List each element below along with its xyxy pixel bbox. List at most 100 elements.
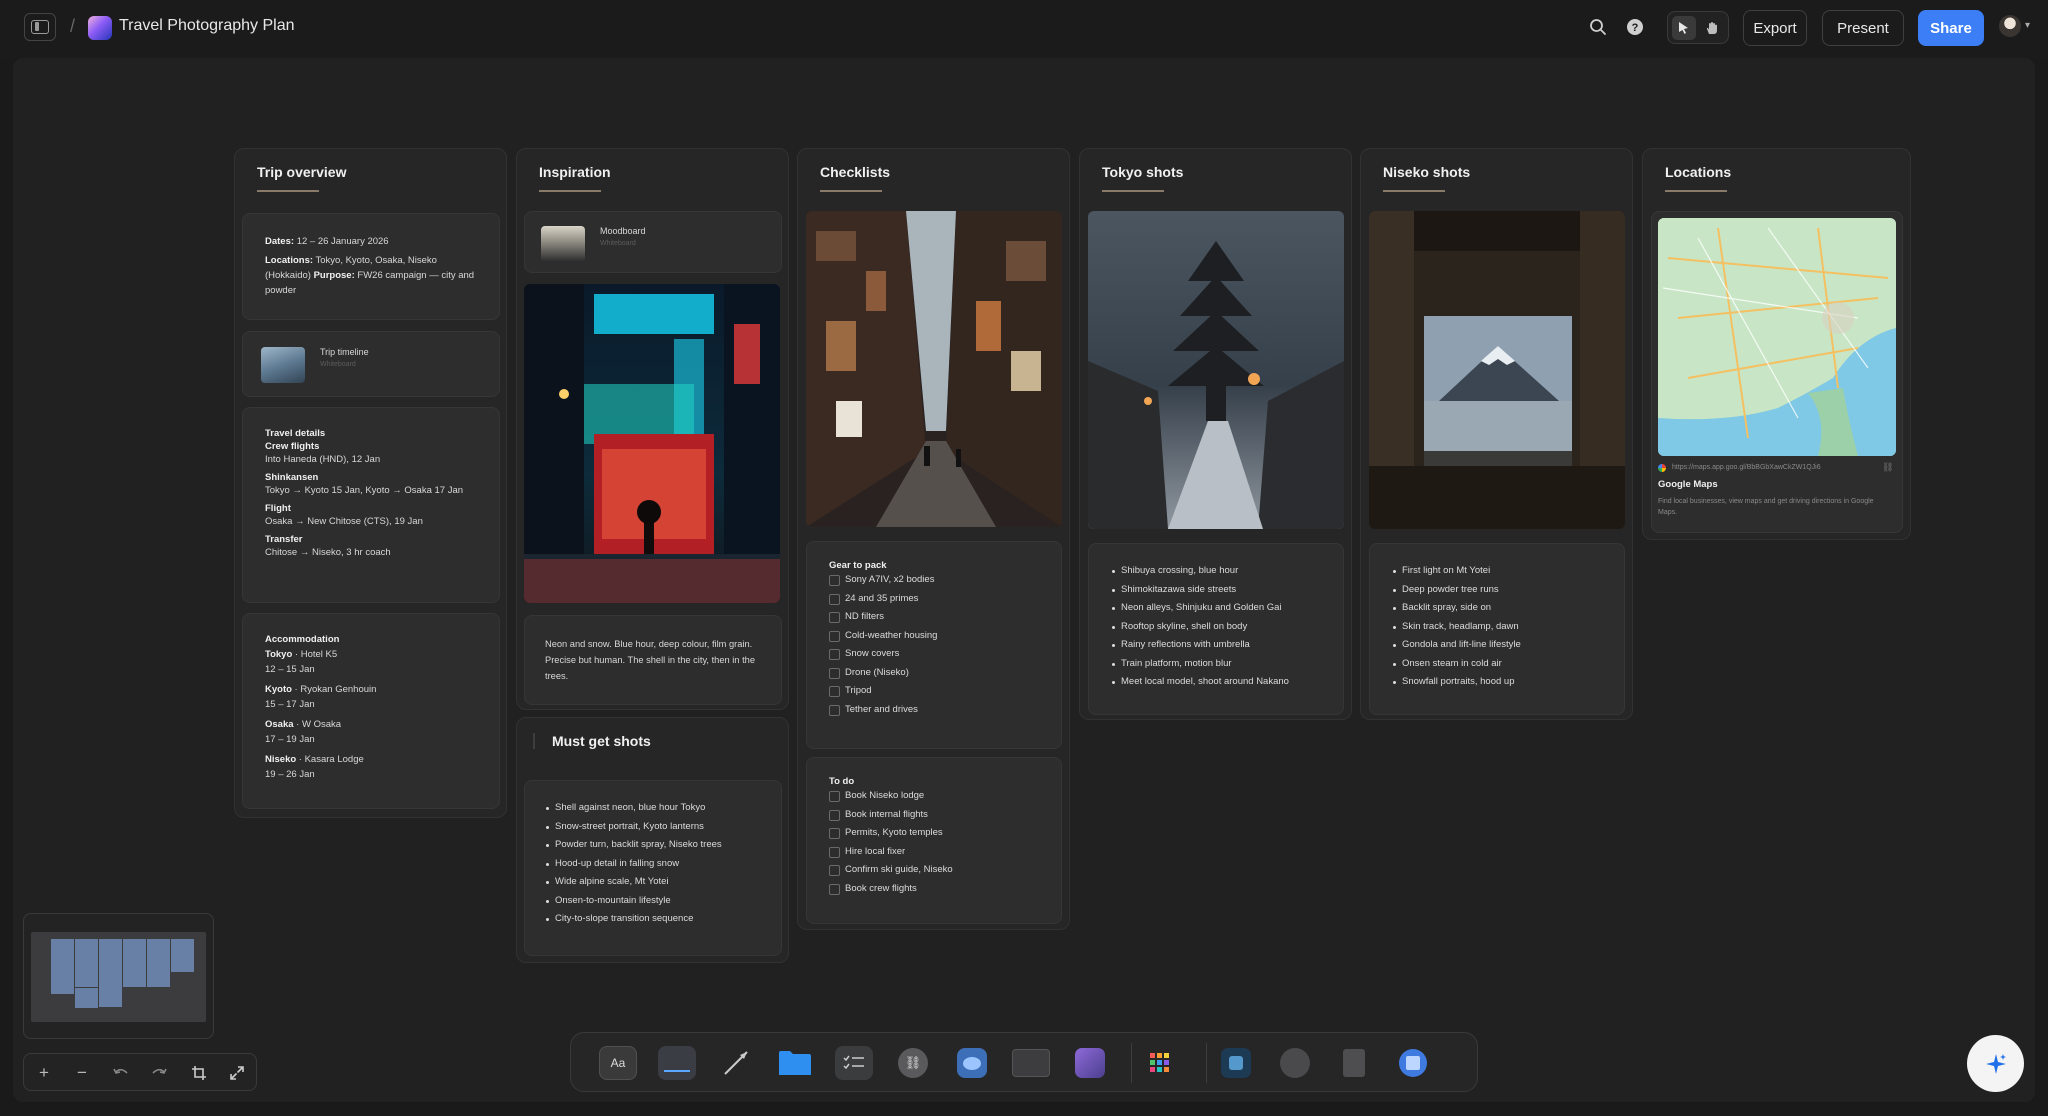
hand-icon[interactable]: [1700, 16, 1724, 40]
pagoda-snow-photo[interactable]: [1088, 211, 1344, 529]
accommodation-city: Kyoto: [265, 684, 292, 695]
column-inspiration[interactable]: Inspiration Moodboard Whiteboard Neon an…: [516, 148, 789, 710]
zoom-in-icon[interactable]: +: [33, 1062, 55, 1084]
checklist-item[interactable]: Permits, Kyoto temples: [829, 824, 1039, 843]
gear-checklist-card[interactable]: Gear to pack Sony A7IV, x2 bodies 24 and…: [806, 541, 1062, 749]
redo-icon[interactable]: [148, 1062, 170, 1084]
folder-tool-icon[interactable]: [776, 1046, 814, 1080]
overview-card[interactable]: Dates: 12 – 26 January 2026 Locations: T…: [242, 213, 500, 320]
list-item: Snow-street portrait, Kyoto lanterns: [545, 818, 761, 837]
column-tokyo-shots[interactable]: Tokyo shots Shibuya crossing, blue hour …: [1079, 148, 1352, 720]
apps-tool-icon[interactable]: [1141, 1046, 1179, 1080]
file-tool-icon[interactable]: [1335, 1046, 1373, 1080]
list-item: Powder turn, backlit spray, Niseko trees: [545, 836, 761, 855]
pointer-icon[interactable]: [1672, 16, 1696, 40]
list-item: Rooftop skyline, shell on body: [1111, 618, 1321, 637]
text-tool-icon[interactable]: Aa: [599, 1046, 637, 1080]
map-preview[interactable]: [1658, 218, 1896, 456]
toolbar-divider: [1206, 1043, 1207, 1083]
table-tool-icon[interactable]: [1012, 1046, 1050, 1080]
checklist-item[interactable]: Drone (Niseko): [829, 664, 1039, 683]
document-icon: [88, 16, 112, 40]
timeline-subtitle: Whiteboard: [320, 361, 356, 368]
fullscreen-icon[interactable]: [226, 1062, 248, 1084]
checklist-item[interactable]: 24 and 35 primes: [829, 590, 1039, 609]
widget-tool-icon[interactable]: [1217, 1046, 1255, 1080]
mount-fuji-window-photo[interactable]: [1369, 211, 1625, 529]
sketch-tool-icon[interactable]: [1276, 1046, 1314, 1080]
checklist-item[interactable]: Confirm ski guide, Niseko: [829, 861, 1039, 880]
checklist-item[interactable]: Sony A7IV, x2 bodies: [829, 571, 1039, 590]
whiteboard-thumbnail: [541, 226, 585, 262]
list-item: Shell against neon, blue hour Tokyo: [545, 799, 761, 818]
accommodation-city: Niseko: [265, 754, 297, 765]
purpose-label: Purpose:: [313, 270, 355, 281]
checklist-item[interactable]: Hire local fixer: [829, 843, 1039, 862]
column-title: Checklists: [820, 164, 891, 180]
travel-details-card[interactable]: Travel details Crew flights Into Haneda …: [242, 407, 500, 603]
share-button[interactable]: Share: [1918, 10, 1984, 46]
niseko-shots-card[interactable]: First light on Mt Yotei Deep powder tree…: [1369, 543, 1625, 715]
list-item: Deep powder tree runs: [1392, 581, 1602, 600]
todo-checklist-card[interactable]: To do Book Niseko lodge Book internal fl…: [806, 757, 1062, 924]
link-tool-icon[interactable]: ⛓: [894, 1046, 932, 1080]
zoom-out-icon[interactable]: −: [71, 1062, 93, 1084]
alley-street-photo[interactable]: [806, 211, 1062, 527]
undo-icon[interactable]: [110, 1062, 132, 1084]
arrow-tool-icon[interactable]: [717, 1046, 755, 1080]
search-icon[interactable]: [1587, 16, 1609, 38]
list-item: Shimokitazawa side streets: [1111, 581, 1321, 600]
checklist-item[interactable]: Snow covers: [829, 645, 1039, 664]
checklist-item[interactable]: ND filters: [829, 608, 1039, 627]
help-icon[interactable]: ?: [1624, 16, 1646, 38]
list-item: Backlit spray, side on: [1392, 599, 1602, 618]
must-shots-card[interactable]: Shell against neon, blue hour Tokyo Snow…: [524, 780, 782, 956]
present-button[interactable]: Present: [1822, 10, 1904, 46]
timeline-link-card[interactable]: Trip timeline Whiteboard: [242, 331, 500, 397]
column-checklists[interactable]: Checklists Gear to pack Sony A7IV, x2 bo…: [797, 148, 1070, 930]
moodboard-link-card[interactable]: Moodboard Whiteboard: [524, 211, 782, 273]
list-item: Snowfall portraits, hood up: [1392, 673, 1602, 692]
accommodation-dates: 19 – 26 Jan: [265, 769, 315, 780]
checklist-item[interactable]: Book crew flights: [829, 880, 1039, 899]
list-item: Hood-up detail in falling snow: [545, 855, 761, 874]
inspiration-note-card[interactable]: Neon and snow. Blue hour, deep colour, f…: [524, 615, 782, 705]
export-button[interactable]: Export: [1743, 10, 1807, 46]
insert-toolbar: Aa ⛓: [570, 1032, 1478, 1092]
minimap-column: [147, 939, 170, 987]
minimap[interactable]: [23, 913, 214, 1039]
chevron-down-icon[interactable]: ▾: [2025, 20, 2030, 31]
avatar[interactable]: [1999, 15, 2021, 37]
page-title[interactable]: Travel Photography Plan: [119, 17, 295, 35]
sidebar-toggle-icon[interactable]: [24, 13, 56, 41]
note-tool-icon[interactable]: [658, 1046, 696, 1080]
sparkle-icon[interactable]: [1967, 1035, 2024, 1092]
preview-tool-icon[interactable]: [1394, 1046, 1432, 1080]
checklist-item[interactable]: Cold-weather housing: [829, 627, 1039, 646]
checklist-item[interactable]: Tripod: [829, 682, 1039, 701]
inspiration-note: Neon and snow. Blue hour, deep colour, f…: [545, 639, 755, 681]
list-item: Shibuya crossing, blue hour: [1111, 562, 1321, 581]
checklist-item[interactable]: Book Niseko lodge: [829, 787, 1039, 806]
column-niseko-shots[interactable]: Niseko shots First light on Mt Yotei Dee…: [1360, 148, 1633, 720]
checklist-tool-icon[interactable]: [835, 1046, 873, 1080]
fit-icon[interactable]: [188, 1062, 210, 1084]
checklist-item[interactable]: Tether and drives: [829, 701, 1039, 720]
maps-link-card[interactable]: https://maps.app.goo.gl/BbBGbXawCkZW1QJi…: [1651, 211, 1903, 533]
comment-tool-icon[interactable]: [953, 1046, 991, 1080]
link-icon[interactable]: ⛓: [1882, 462, 1893, 473]
tokyo-shots-card[interactable]: Shibuya crossing, blue hour Shimokitazaw…: [1088, 543, 1344, 715]
accommodation-card[interactable]: Accommodation Tokyo · Hotel K5 12 – 15 J…: [242, 613, 500, 809]
accommodation-place: · Kasara Lodge: [296, 754, 364, 765]
drag-handle[interactable]: [533, 733, 535, 749]
image-tool-icon[interactable]: [1071, 1046, 1109, 1080]
title-underline: [1665, 190, 1727, 192]
column-trip-overview[interactable]: Trip overview Dates: 12 – 26 January 202…: [234, 148, 507, 818]
accommodation-dates: 15 – 17 Jan: [265, 699, 315, 710]
checklist-item[interactable]: Book internal flights: [829, 806, 1039, 825]
neon-storefront-photo[interactable]: [524, 284, 780, 603]
list-item: Train platform, motion blur: [1111, 655, 1321, 674]
link-url[interactable]: https://maps.app.goo.gl/BbBGbXawCkZW1QJi…: [1672, 464, 1821, 471]
column-must-get-shots[interactable]: Must get shots Shell against neon, blue …: [516, 717, 789, 963]
column-locations[interactable]: Locations https://maps.app.goo.gl/BbBGbX…: [1642, 148, 1911, 540]
